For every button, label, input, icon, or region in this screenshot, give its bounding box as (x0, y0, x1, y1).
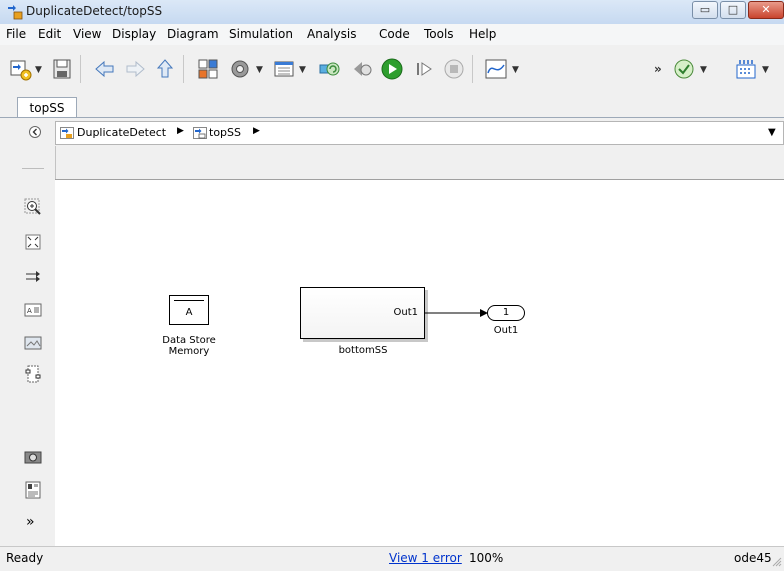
menu-code[interactable]: Code (379, 27, 410, 41)
stop-icon[interactable] (442, 57, 466, 81)
status-state: Ready (6, 551, 44, 565)
expand-palette-icon[interactable]: » (26, 514, 35, 530)
build-dropdown-icon[interactable]: ▼ (762, 65, 769, 75)
data-store-symbol: A (185, 307, 193, 318)
breadcrumb-arrow-icon[interactable]: ▶ (253, 126, 260, 136)
new-model-icon[interactable] (8, 57, 32, 81)
scope-icon[interactable] (484, 57, 508, 81)
outport-number: 1 (502, 307, 510, 318)
minimize-icon: ▭ (699, 3, 711, 16)
menu-tools[interactable]: Tools (424, 27, 454, 41)
breadcrumb-model[interactable]: DuplicateDetect (77, 126, 166, 139)
outport-block[interactable]: 1 (487, 305, 525, 321)
breadcrumb-subsystem[interactable]: topSS (209, 126, 241, 139)
menu-diagram[interactable]: Diagram (167, 27, 219, 41)
subsystem-icon (193, 127, 207, 139)
save-icon[interactable] (50, 57, 74, 81)
menu-display[interactable]: Display (112, 27, 156, 41)
view-error-link[interactable]: View 1 error (389, 551, 462, 565)
maximize-icon: □ (727, 3, 739, 16)
toolbar-overflow-icon[interactable]: » (654, 62, 662, 76)
maximize-button[interactable]: □ (720, 1, 746, 19)
data-store-label: Data Store Memory (159, 335, 219, 357)
check-dropdown-icon[interactable]: ▼ (700, 65, 707, 75)
svg-text:A: A (27, 307, 32, 315)
run-icon[interactable] (380, 57, 404, 81)
new-model-dropdown-icon[interactable]: ▼ (35, 65, 42, 75)
menu-bar: File Edit View Display Diagram Simulatio… (0, 24, 784, 45)
data-store-memory-block[interactable]: A (169, 295, 209, 325)
up-icon[interactable] (153, 57, 177, 81)
tab-label: topSS (29, 101, 65, 115)
palette-separator (22, 168, 44, 169)
window-title: DuplicateDetect/topSS (26, 4, 163, 18)
area-icon[interactable] (24, 365, 42, 383)
build-icon[interactable] (734, 57, 758, 81)
hide-browser-icon[interactable] (28, 125, 42, 139)
resize-grip-icon[interactable] (772, 557, 782, 567)
outport-name: Out1 (493, 325, 519, 336)
report-icon[interactable] (24, 481, 42, 499)
step-back-icon[interactable] (350, 57, 374, 81)
model-icon (60, 127, 74, 139)
breadcrumb-dropdown-icon[interactable]: ▼ (768, 127, 776, 138)
subsystem-name: bottomSS (338, 345, 388, 356)
signal-line[interactable] (425, 305, 489, 321)
simulink-window: DuplicateDetect/topSS ▭ □ ✕ File Edit Vi… (0, 0, 784, 571)
subsystem-port-label: Out1 (393, 307, 419, 318)
settings-gear-icon[interactable] (228, 57, 252, 81)
data-store-label-line1: Data Store (162, 335, 216, 346)
close-button[interactable]: ✕ (748, 1, 784, 19)
data-store-label-line2: Memory (168, 346, 210, 357)
update-diagram-icon[interactable] (318, 57, 342, 81)
fit-view-icon[interactable] (24, 233, 42, 251)
minimize-button[interactable]: ▭ (692, 1, 718, 19)
diagram-canvas[interactable]: A Data Store Memory Out1 bottomSS 1 Out1 (55, 180, 784, 546)
subsystem-block[interactable]: Out1 (300, 287, 425, 339)
library-browser-icon[interactable] (196, 57, 220, 81)
menu-analysis[interactable]: Analysis (307, 27, 356, 41)
toolbar-separator (80, 55, 81, 83)
model-explorer-icon[interactable] (272, 57, 296, 81)
breadcrumb: DuplicateDetect ▶ topSS ▶ ▼ (55, 121, 784, 145)
zoom-icon[interactable] (24, 198, 42, 216)
breadcrumb-arrow-icon[interactable]: ▶ (177, 126, 184, 136)
zoom-level: 100% (469, 551, 504, 565)
toolbar-separator (183, 55, 184, 83)
step-forward-icon[interactable] (412, 57, 436, 81)
toolbar: ▼ ▼ ▼ ▼ » ▼ ▼ (0, 45, 784, 93)
menu-edit[interactable]: Edit (38, 27, 61, 41)
tool-palette: A » (0, 146, 56, 546)
image-icon[interactable] (24, 334, 42, 352)
title-bar: DuplicateDetect/topSS ▭ □ ✕ (0, 0, 784, 25)
back-icon[interactable] (93, 57, 117, 81)
solver-name[interactable]: ode45 (734, 551, 772, 565)
forward-icon[interactable] (123, 57, 147, 81)
close-icon: ✕ (761, 3, 771, 16)
simulink-model-icon (8, 5, 23, 20)
tab-topss[interactable]: topSS (17, 97, 77, 117)
settings-dropdown-icon[interactable]: ▼ (256, 65, 263, 75)
check-icon[interactable] (672, 57, 696, 81)
route-lines-icon[interactable] (24, 268, 42, 286)
toolbar-separator (472, 55, 473, 83)
status-bar: Ready View 1 error 100% ode45 (0, 546, 784, 571)
annotation-icon[interactable]: A (24, 301, 42, 319)
camera-icon[interactable] (24, 448, 42, 466)
menu-view[interactable]: View (73, 27, 101, 41)
data-store-bar (174, 300, 204, 301)
menu-simulation[interactable]: Simulation (229, 27, 293, 41)
tab-strip: topSS (0, 93, 784, 118)
explorer-dropdown-icon[interactable]: ▼ (299, 65, 306, 75)
menu-help[interactable]: Help (469, 27, 496, 41)
menu-file[interactable]: File (6, 27, 26, 41)
address-bar: DuplicateDetect ▶ topSS ▶ ▼ (0, 118, 784, 146)
scope-dropdown-icon[interactable]: ▼ (512, 65, 519, 75)
